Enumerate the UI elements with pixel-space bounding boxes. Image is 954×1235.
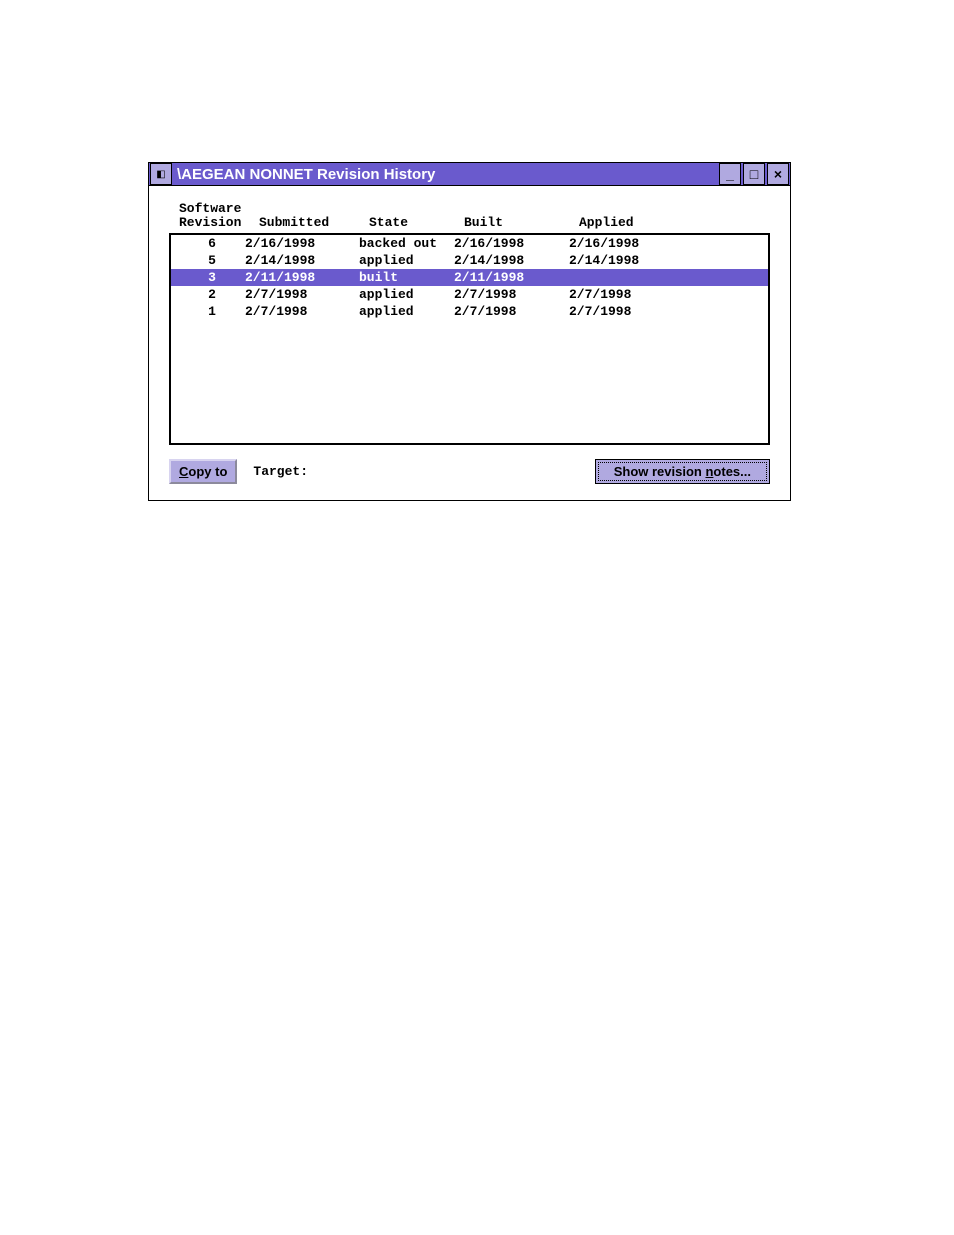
table-row[interactable]: 22/7/1998applied2/7/19982/7/1998 [171, 286, 768, 303]
show-notes-prefix: Show revision [614, 464, 706, 479]
table-row[interactable]: 62/16/1998backed out2/16/19982/16/1998 [171, 235, 768, 252]
show-revision-notes-button[interactable]: Show revision notes... [595, 459, 770, 484]
cell-applied: 2/7/1998 [569, 303, 679, 320]
footer: Copy to Target: Show revision notes... [169, 459, 770, 484]
table-row[interactable]: 12/7/1998applied2/7/19982/7/1998 [171, 303, 768, 320]
cell-applied: 2/16/1998 [569, 235, 679, 252]
cell-rev: 2 [179, 286, 245, 303]
table-row[interactable]: 52/14/1998applied2/14/19982/14/1998 [171, 252, 768, 269]
cell-rev: 1 [179, 303, 245, 320]
copy-to-button[interactable]: Copy to [169, 459, 237, 484]
table-row[interactable]: 32/11/1998built2/11/1998 [171, 269, 768, 286]
header-applied: Applied [579, 215, 689, 230]
cell-state: applied [359, 252, 454, 269]
content-area: Software Revision Submitted State Built … [149, 186, 790, 500]
cell-applied: 2/7/1998 [569, 286, 679, 303]
app-icon: ◧ [150, 163, 172, 185]
copy-to-label: opy to [188, 464, 227, 479]
cell-rev: 3 [179, 269, 245, 286]
revision-history-window: ◧ \AEGEAN NONNET Revision History _ □ × … [148, 162, 791, 501]
cell-rev: 5 [179, 252, 245, 269]
header-revision-line2: Revision [179, 216, 259, 230]
cell-state: backed out [359, 235, 454, 252]
titlebar: ◧ \AEGEAN NONNET Revision History _ □ × [149, 163, 790, 186]
cell-submitted: 2/11/1998 [245, 269, 359, 286]
cell-built: 2/16/1998 [454, 235, 569, 252]
revision-table: 62/16/1998backed out2/16/19982/16/199852… [169, 233, 770, 445]
header-built: Built [464, 215, 579, 230]
cell-submitted: 2/14/1998 [245, 252, 359, 269]
cell-state: built [359, 269, 454, 286]
close-button[interactable]: × [767, 163, 789, 185]
cell-built: 2/7/1998 [454, 286, 569, 303]
show-notes-rest: otes... [713, 464, 751, 479]
window-title: \AEGEAN NONNET Revision History [173, 166, 718, 183]
cell-state: applied [359, 303, 454, 320]
cell-rev: 6 [179, 235, 245, 252]
header-state: State [369, 215, 464, 230]
cell-built: 2/7/1998 [454, 303, 569, 320]
header-revision: Software Revision [179, 202, 259, 230]
maximize-button[interactable]: □ [743, 163, 765, 185]
target-label: Target: [253, 464, 308, 479]
cell-built: 2/14/1998 [454, 252, 569, 269]
window-controls: _ □ × [718, 162, 790, 186]
header-revision-line1: Software [179, 202, 259, 216]
header-submitted: Submitted [259, 215, 369, 230]
copy-to-accel: C [179, 464, 188, 479]
cell-submitted: 2/16/1998 [245, 235, 359, 252]
cell-submitted: 2/7/1998 [245, 286, 359, 303]
minimize-button[interactable]: _ [719, 163, 741, 185]
column-headers: Software Revision Submitted State Built … [169, 202, 770, 230]
cell-state: applied [359, 286, 454, 303]
cell-applied: 2/14/1998 [569, 252, 679, 269]
cell-built: 2/11/1998 [454, 269, 569, 286]
cell-submitted: 2/7/1998 [245, 303, 359, 320]
